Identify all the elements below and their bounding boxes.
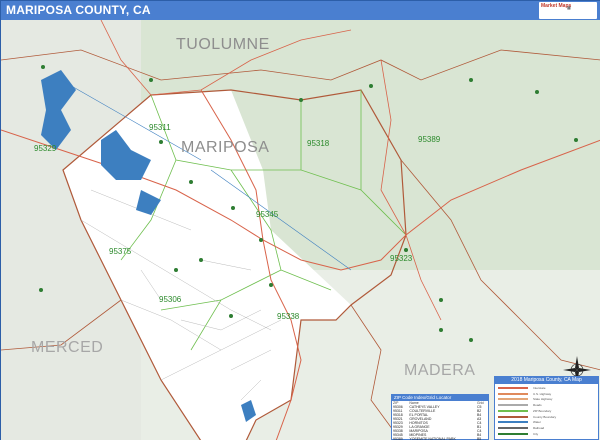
map-frame: MARIPOSA COUNTY, CA Market Maps ▦ TUOLUM…: [0, 0, 600, 440]
legend-body: Interstate U.S. Highway State Highway Roads…: [495, 384, 598, 439]
legend-item: U.S. Highway: [498, 391, 597, 396]
legend-swatch: [498, 404, 528, 407]
legend-swatch: [498, 415, 528, 418]
legend-swatch: [498, 392, 528, 395]
zip-label: 95375: [109, 247, 132, 256]
legend-label: Railroad: [533, 425, 545, 430]
zip-label: 95389: [418, 135, 441, 144]
zip-label: 95345: [256, 210, 279, 219]
legend-item: Water: [498, 420, 597, 425]
brand-logo[interactable]: Market Maps ▦: [539, 2, 597, 19]
legend-item: Interstate: [498, 386, 597, 390]
legend-label: U.S. Highway: [533, 391, 552, 396]
zip-label: 95323: [390, 254, 413, 263]
place-label-tuolumne: TUOLUMNE: [176, 36, 270, 53]
header-bar: MARIPOSA COUNTY, CA Market Maps ▦: [1, 1, 600, 20]
legend-label: ZIP Boundary: [533, 408, 552, 413]
zip-index-panel: ZIP Code Index/Grid Locator ZIP Name Gri…: [391, 394, 489, 440]
legend-panel: 2018 Mariposa County, CA Map Interstate U…: [494, 376, 599, 440]
legend-swatch: [498, 398, 528, 401]
legend-swatch: [498, 426, 528, 429]
legend-label: Water: [533, 420, 541, 425]
zip-label: 95318: [307, 139, 330, 148]
legend-item: Roads: [498, 403, 597, 408]
legend-swatch: [498, 387, 528, 389]
zip-label: 95338: [277, 312, 300, 321]
legend-swatch: [498, 421, 528, 424]
zip-label: 95306: [159, 295, 182, 304]
zip-index-table: ZIP Name Grid 95306 CATHEYS VALLEY C5 95311…: [392, 401, 488, 440]
legend-item: State Highway: [498, 397, 597, 402]
legend-swatch: [498, 432, 528, 435]
legend-label: Roads: [533, 403, 542, 408]
legend-swatch: [498, 409, 528, 412]
legend-item: County Boundary: [498, 414, 597, 419]
place-label-merced: MERCED: [31, 339, 104, 356]
legend-item: Railroad: [498, 425, 597, 430]
legend-item: ZIP Boundary: [498, 408, 597, 413]
legend-label: City: [533, 431, 539, 436]
zip-label: 95329: [34, 144, 57, 153]
map-title: MARIPOSA COUNTY, CA: [6, 3, 151, 17]
zip-label: 95311: [149, 123, 171, 132]
place-label-mariposa: MARIPOSA: [181, 139, 270, 156]
legend-label: County Boundary: [533, 414, 557, 419]
legend-label: Interstate: [533, 386, 546, 390]
legend-label: State Highway: [533, 397, 553, 402]
legend-item: City: [498, 431, 597, 436]
place-label-madera: MADERA: [404, 362, 476, 379]
legend-title: 2018 Mariposa County, CA Map: [495, 377, 598, 384]
brand-mark-icon: ▦: [567, 5, 571, 10]
